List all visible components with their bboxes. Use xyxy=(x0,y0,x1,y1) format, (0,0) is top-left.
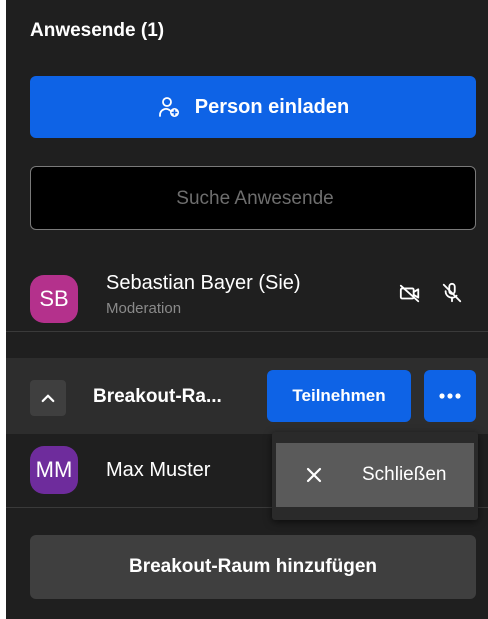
participant-name: Sebastian Bayer (Sie) xyxy=(106,272,301,294)
search-field[interactable] xyxy=(30,166,479,231)
panel-title: Anwesende (1) xyxy=(30,20,165,41)
add-person-icon xyxy=(158,97,179,117)
avatar: MM xyxy=(30,446,78,494)
join-room-button[interactable]: Teilnehmen xyxy=(267,370,411,422)
invite-person-button[interactable]: Person einladen xyxy=(30,76,476,138)
chevron-up-icon xyxy=(41,394,55,403)
menu-item-label: Schließen xyxy=(362,464,447,485)
add-breakout-room-button[interactable]: Breakout-Raum hinzufügen xyxy=(30,535,476,599)
menu-item-close[interactable]: Schließen xyxy=(276,443,474,507)
collapse-room-button[interactable] xyxy=(30,380,66,416)
invite-person-label: Person einladen xyxy=(194,95,350,118)
participants-panel: Anwesende (1) Person einladen SB Sebasti… xyxy=(6,0,488,619)
avatar: SB xyxy=(30,275,78,323)
room-options-menu: Schließen xyxy=(272,432,478,520)
breakout-room-header xyxy=(6,358,488,434)
section-divider xyxy=(6,331,488,332)
microphone-off-icon xyxy=(442,282,462,303)
more-horizontal-icon xyxy=(439,393,461,399)
breakout-room-name: Breakout-Ra... xyxy=(93,386,222,407)
close-icon xyxy=(306,467,322,483)
participant-role: Moderation xyxy=(106,300,182,317)
member-name: Max Muster xyxy=(106,459,211,481)
camera-off-icon xyxy=(399,284,420,303)
room-more-button[interactable] xyxy=(424,370,476,422)
search-input[interactable] xyxy=(31,167,479,231)
